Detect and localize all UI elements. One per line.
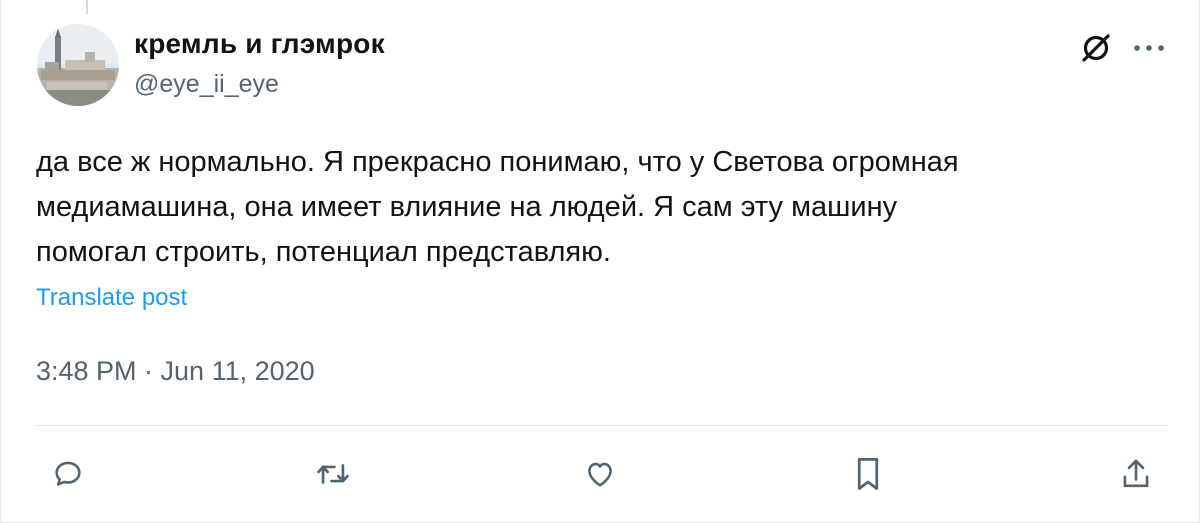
- tweet-text: да все ж нормально. Я прекрасно понимаю,…: [36, 140, 1166, 275]
- tweet-text-line: помогал строить, потенциал представляю.: [36, 236, 611, 268]
- share-button[interactable]: [1114, 452, 1158, 496]
- translate-post-link[interactable]: Translate post: [36, 284, 187, 312]
- timestamp[interactable]: 3:48 PM · Jun 11, 2020: [36, 356, 315, 387]
- bookmark-icon: [857, 457, 879, 491]
- share-icon: [1123, 459, 1149, 488]
- retweet-button[interactable]: [311, 452, 355, 496]
- reply-button[interactable]: [46, 452, 90, 496]
- grok-button[interactable]: [1076, 28, 1116, 68]
- tweet-text-line: да все ж нормально. Я прекрасно понимаю,…: [36, 146, 959, 178]
- like-button[interactable]: [578, 452, 622, 496]
- like-icon: [588, 462, 612, 487]
- reply-icon: [55, 461, 81, 486]
- avatar-photo-icon: [37, 24, 119, 106]
- user-handle[interactable]: @eye_ii_eye: [134, 70, 279, 99]
- avatar[interactable]: [37, 24, 119, 106]
- grok-icon: [1082, 34, 1110, 62]
- retweet-icon: [317, 464, 349, 484]
- more-icon: [1134, 45, 1164, 51]
- more-options-button[interactable]: [1129, 30, 1169, 66]
- tweet-text-line: медиамашина, она имеет влияние на людей.…: [36, 191, 898, 223]
- bookmark-button[interactable]: [846, 452, 890, 496]
- display-name[interactable]: кремль и глэмрок: [134, 28, 385, 60]
- tweet-card: кремль и глэмрок @eye_ii_eye да все ж но…: [0, 0, 1200, 523]
- divider: [36, 425, 1167, 426]
- thread-connector: [86, 0, 88, 14]
